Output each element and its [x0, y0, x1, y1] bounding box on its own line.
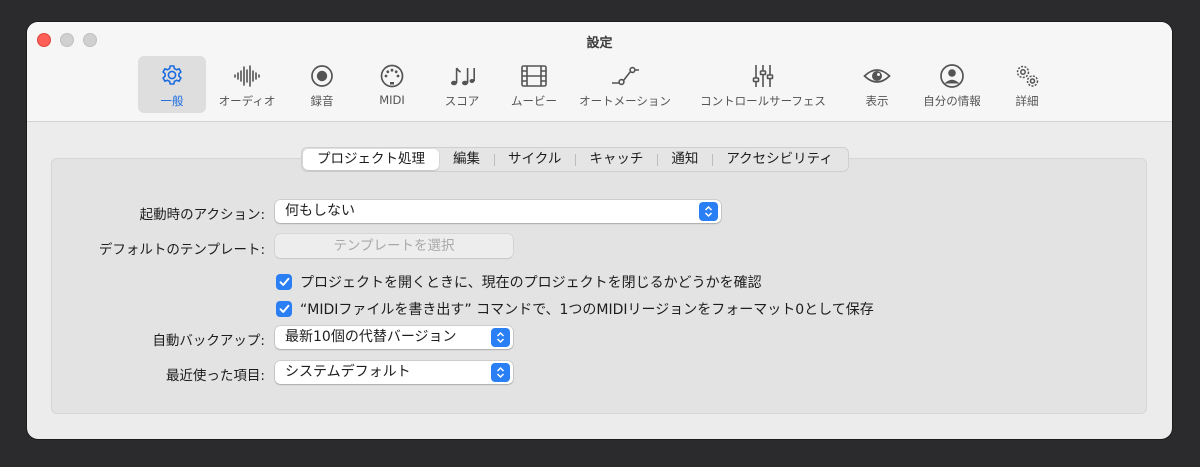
popup-stepper-icon	[491, 363, 510, 382]
toolbar-item-automation[interactable]: オートメーション	[573, 56, 677, 113]
tab-catch[interactable]: キャッチ	[575, 149, 657, 170]
music-notes-icon	[447, 62, 477, 90]
tab-notifications[interactable]: 通知	[657, 149, 712, 170]
choose-template-button[interactable]: テンプレートを選択	[275, 234, 513, 258]
record-icon	[307, 62, 337, 90]
auto-backup-value: 最新10個の代替バージョン	[285, 329, 457, 345]
recent-items-label: 最近使った項目:	[165, 368, 265, 384]
confirm-close-project-row[interactable]: プロジェクトを開くときに、現在のプロジェクトを閉じるかどうかを確認	[276, 272, 762, 292]
toolbar-label: スコア	[444, 94, 480, 108]
toolbar-label: オーディオ	[218, 94, 276, 108]
auto-backup-popup[interactable]: 最新10個の代替バージョン	[275, 326, 513, 349]
tab-project-handling[interactable]: プロジェクト処理	[303, 149, 439, 170]
startup-action-value: 何もしない	[285, 203, 355, 219]
toolbar-item-audio[interactable]: オーディオ	[211, 56, 283, 113]
toolbar-item-display[interactable]: 表示	[849, 56, 905, 113]
automation-curve-icon	[610, 62, 640, 90]
toolbar-label: オートメーション	[579, 94, 671, 108]
recent-items-popup[interactable]: システムデフォルト	[275, 361, 513, 384]
preferences-toolbar: 一般 オーディオ 録音 MIDI スコア ムービー オートメーション コントロー…	[27, 56, 1172, 114]
tab-accessibility[interactable]: アクセシビリティ	[712, 149, 847, 170]
toolbar-item-movie[interactable]: ムービー	[501, 56, 567, 113]
toolbar-label: 自分の情報	[923, 94, 981, 108]
sliders-icon	[748, 62, 778, 90]
midi-connector-icon	[377, 62, 407, 90]
recent-items-value: システムデフォルト	[285, 364, 411, 380]
window-title: 設定	[586, 36, 613, 51]
toolbar-label: コントロールサーフェス	[700, 94, 826, 108]
tab-editing[interactable]: 編集	[439, 149, 494, 170]
startup-action-label: 起動時のアクション:	[139, 207, 265, 223]
midi-format0-label: “MIDIファイルを書き出す” コマンドで、1つのMIDIリージョンをフォーマッ…	[300, 302, 874, 318]
toolbar-label: MIDI	[379, 93, 405, 107]
default-template-label: デフォルトのテンプレート:	[98, 242, 265, 258]
titlebar: 設定 一般 オーディオ 録音 MIDI スコア ムービー オートメーション コン…	[27, 22, 1172, 122]
eye-icon	[862, 62, 892, 90]
toolbar-label: 一般	[160, 94, 184, 108]
gears-icon	[1012, 62, 1042, 90]
popup-stepper-icon	[699, 202, 718, 221]
confirm-close-project-label: プロジェクトを開くときに、現在のプロジェクトを閉じるかどうかを確認	[300, 275, 762, 291]
film-icon	[519, 62, 549, 90]
midi-format0-row[interactable]: “MIDIファイルを書き出す” コマンドで、1つのMIDIリージョンをフォーマッ…	[276, 299, 874, 319]
toolbar-item-control-surfaces[interactable]: コントロールサーフェス	[689, 56, 837, 113]
general-tabs: プロジェクト処理 編集 サイクル キャッチ 通知 アクセシビリティ	[301, 147, 849, 172]
tab-cycle[interactable]: サイクル	[494, 149, 575, 170]
toolbar-item-my-info[interactable]: 自分の情報	[915, 56, 989, 113]
toolbar-label: 録音	[310, 94, 334, 108]
person-icon	[937, 62, 967, 90]
startup-action-popup[interactable]: 何もしない	[275, 200, 721, 223]
auto-backup-label: 自動バックアップ:	[152, 333, 265, 349]
checkbox-checked-icon[interactable]	[276, 274, 292, 290]
toolbar-item-general[interactable]: 一般	[138, 56, 206, 113]
settings-window: 設定 一般 オーディオ 録音 MIDI スコア ムービー オートメーション コン…	[27, 22, 1172, 439]
toolbar-label: 表示	[865, 94, 889, 108]
toolbar-label: 詳細	[1015, 94, 1039, 108]
toolbar-item-midi[interactable]: MIDI	[363, 56, 421, 113]
popup-stepper-icon	[491, 328, 510, 347]
gear-icon	[157, 62, 187, 90]
toolbar-item-advanced[interactable]: 詳細	[999, 56, 1055, 113]
toolbar-label: ムービー	[511, 94, 557, 108]
waveform-icon	[232, 62, 262, 90]
toolbar-item-score[interactable]: スコア	[433, 56, 491, 113]
toolbar-item-record[interactable]: 録音	[293, 56, 351, 113]
checkbox-checked-icon[interactable]	[276, 301, 292, 317]
